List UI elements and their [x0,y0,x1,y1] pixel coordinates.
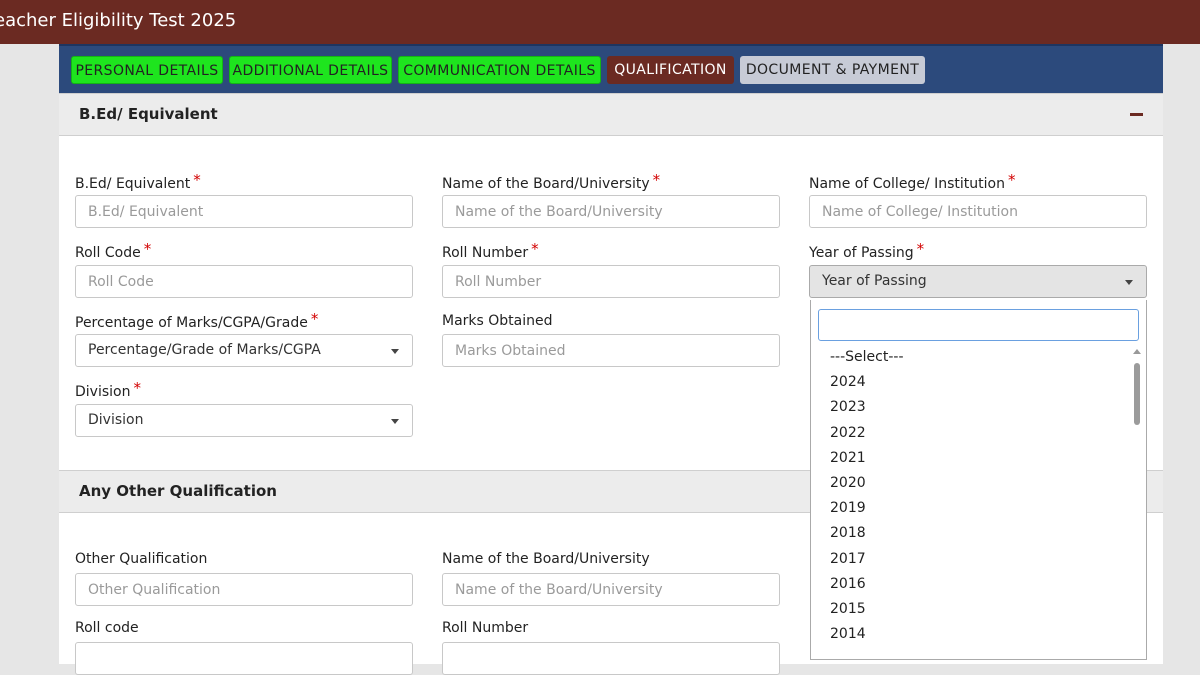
tab-document-payment[interactable]: DOCUMENT & PAYMENT [740,56,925,84]
roll-number-input[interactable] [442,265,780,298]
app-title: eacher Eligibility Test 2025 [0,10,237,31]
college-input[interactable] [809,195,1147,228]
year-option[interactable]: 2016 [811,572,1136,597]
bed-input[interactable] [75,195,413,228]
step-tabs: PERSONAL DETAILS ADDITIONAL DETAILS COMM… [59,44,1163,93]
division-select-value: Division [88,412,144,428]
year-dropdown: ---Select--- 2024 2023 2022 2021 2020 20… [810,300,1147,660]
year-option[interactable]: 2021 [811,446,1136,471]
year-option[interactable]: ---Select--- [811,345,1136,370]
year-option[interactable]: 2014 [811,622,1136,647]
bed-section-header[interactable]: B.Ed/ Equivalent [59,93,1163,136]
other-roll-code-label: Roll code [75,620,139,636]
year-label: Year of Passing * [809,240,925,261]
scroll-up-arrow-icon[interactable] [1133,349,1141,354]
collapse-icon[interactable] [1130,113,1143,116]
scrollbar-thumb[interactable] [1134,363,1140,425]
year-option[interactable]: 2023 [811,395,1136,420]
tab-personal-details[interactable]: PERSONAL DETAILS [71,56,223,84]
division-select[interactable]: Division [75,404,413,437]
year-option[interactable]: 2022 [811,421,1136,446]
year-option[interactable]: 2015 [811,597,1136,622]
tab-additional-details[interactable]: ADDITIONAL DETAILS [229,56,392,84]
percentage-select[interactable]: Percentage/Grade of Marks/CGPA [75,334,413,367]
marks-input[interactable] [442,334,780,367]
percentage-select-value: Percentage/Grade of Marks/CGPA [88,342,321,358]
year-select-value: Year of Passing [822,273,927,289]
dropdown-search-input[interactable] [818,309,1139,341]
division-label: Division * [75,379,141,400]
roll-number-label: Roll Number * [442,240,539,261]
board-input[interactable] [442,195,780,228]
roll-code-input[interactable] [75,265,413,298]
bed-label: B.Ed/ Equivalent * [75,171,201,192]
other-qual-label: Other Qualification [75,551,208,567]
other-roll-number-label: Roll Number [442,620,529,636]
other-qual-input[interactable] [75,573,413,606]
app-header: eacher Eligibility Test 2025 [0,0,1200,44]
year-options-list: ---Select--- 2024 2023 2022 2021 2020 20… [811,345,1136,647]
college-label: Name of College/ Institution * [809,171,1016,192]
board-label: Name of the Board/University * [442,171,661,192]
marks-label: Marks Obtained [442,313,553,329]
chevron-down-icon [391,349,399,354]
bed-section-title: B.Ed/ Equivalent [79,105,218,123]
percentage-label: Percentage of Marks/CGPA/Grade * [75,310,319,331]
chevron-down-icon [1125,280,1133,285]
year-option[interactable]: 2020 [811,471,1136,496]
year-option[interactable]: 2019 [811,496,1136,521]
tab-communication-details[interactable]: COMMUNICATION DETAILS [398,56,601,84]
other-section-title: Any Other Qualification [79,482,277,500]
year-option[interactable]: 2018 [811,521,1136,546]
dropdown-scrollbar[interactable] [1131,345,1142,655]
other-board-label: Name of the Board/University [442,551,650,567]
chevron-down-icon [391,419,399,424]
other-board-input[interactable] [442,573,780,606]
year-select[interactable]: Year of Passing [809,265,1147,298]
tab-qualification[interactable]: QUALIFICATION [607,56,734,84]
year-option[interactable]: 2017 [811,547,1136,572]
year-option[interactable]: 2024 [811,370,1136,395]
roll-code-label: Roll Code * [75,240,152,261]
